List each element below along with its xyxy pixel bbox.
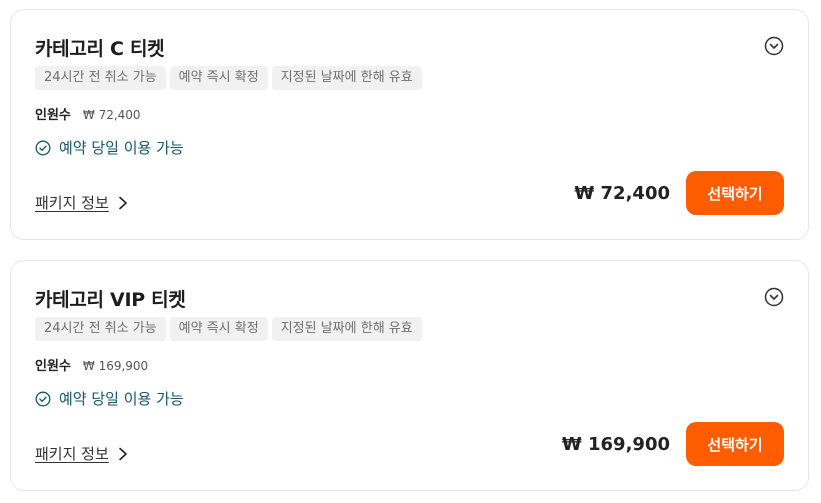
package-info-label: 패키지 정보 <box>35 445 109 463</box>
tag-list: 24시간 전 취소 가능 예약 즉시 확정 지정된 날짜에 한해 유효 <box>35 66 422 90</box>
pax-row: 인원수 ₩ 72,400 <box>35 104 141 123</box>
tag-list: 24시간 전 취소 가능 예약 즉시 확정 지정된 날짜에 한해 유효 <box>35 317 422 341</box>
ticket-title: 카테고리 C 티켓 <box>35 38 165 60</box>
tag-cancel: 24시간 전 취소 가능 <box>35 66 166 90</box>
availability-text: 예약 당일 이용 가능 <box>59 139 184 157</box>
availability-row: 예약 당일 이용 가능 <box>35 388 184 409</box>
tag-confirm: 예약 즉시 확정 <box>169 66 268 90</box>
pax-row: 인원수 ₩ 169,900 <box>35 355 148 374</box>
price: ₩ 169,900 <box>561 434 670 455</box>
pax-value: ₩ 169,900 <box>82 359 149 373</box>
tag-cancel: 24시간 전 취소 가능 <box>35 317 166 341</box>
chevron-right-icon <box>118 196 127 209</box>
package-info-link[interactable]: 패키지 정보 <box>35 443 129 464</box>
ticket-card: 카테고리 C 티켓 24시간 전 취소 가능 예약 즉시 확정 지정된 날짜에 … <box>10 9 809 240</box>
select-button[interactable]: 선택하기 <box>686 422 784 466</box>
pax-label: 인원수 <box>35 359 71 374</box>
chevron-right-icon <box>118 447 127 460</box>
package-info-label: 패키지 정보 <box>35 194 109 212</box>
ticket-title: 카테고리 VIP 티켓 <box>35 289 186 311</box>
check-circle-icon <box>35 391 51 406</box>
availability-text: 예약 당일 이용 가능 <box>59 390 184 408</box>
price: ₩ 72,400 <box>574 183 670 204</box>
pax-label: 인원수 <box>35 108 71 123</box>
ticket-card: 카테고리 VIP 티켓 24시간 전 취소 가능 예약 즉시 확정 지정된 날짜… <box>10 260 809 491</box>
pax-value: ₩ 72,400 <box>82 108 141 122</box>
tag-valid-date: 지정된 날짜에 한해 유효 <box>271 317 422 341</box>
expand-toggle-icon[interactable] <box>764 287 784 307</box>
availability-row: 예약 당일 이용 가능 <box>35 137 184 158</box>
tag-confirm: 예약 즉시 확정 <box>169 317 268 341</box>
package-info-link[interactable]: 패키지 정보 <box>35 192 129 213</box>
expand-toggle-icon[interactable] <box>764 36 784 56</box>
select-button[interactable]: 선택하기 <box>686 171 784 215</box>
check-circle-icon <box>35 140 51 155</box>
tag-valid-date: 지정된 날짜에 한해 유효 <box>271 66 422 90</box>
